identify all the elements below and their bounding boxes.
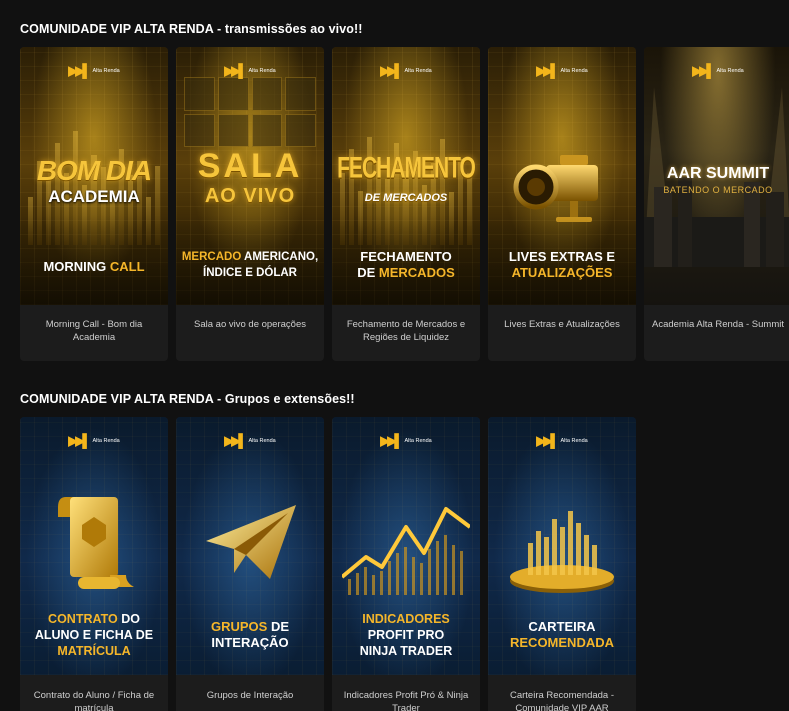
card-carteira[interactable]: ▶▶▌ Alta Renda CARTEIRA RECOMENDADA Cartei…: [488, 417, 636, 711]
card-label: MORNING CALL: [43, 259, 145, 274]
telegram-plane-icon: [206, 505, 296, 579]
card-indicadores[interactable]: ▶▶▌ Alta Renda INDICADORES PROFIT PRO NINJA…: [332, 417, 480, 711]
thumbnail: ▶▶▌ Alta Renda BOM DIA ACADEMIA MORNING C…: [20, 47, 168, 305]
art-title: SALA: [197, 147, 303, 185]
card-lives-extras[interactable]: ▶▶▌ Alta Renda LIVES EXTRAS E ATUALIZAÇÕES…: [488, 47, 636, 361]
card-label: INDICADORES PROFIT PRO NINJA TRADER: [359, 612, 453, 658]
thumbnail: ▶▶▌ Alta Renda INDICADORES PROFIT PRO NINJA…: [332, 417, 480, 675]
card-label: CONTRATO DO ALUNO E FICHA DE MATRÍCULA: [34, 612, 154, 658]
alta-renda-logo: ▶▶▌ Alta Renda: [692, 63, 744, 78]
alta-renda-logo: ▶▶▌ Alta Renda: [68, 433, 120, 448]
thumbnail: ▶▶▌ Alta Renda SALA AO VIVO MERCADO AMERI…: [176, 47, 324, 305]
art-title: BOM DIA: [36, 155, 152, 186]
art-subtitle: BATENDO O MERCADO: [663, 185, 773, 195]
card-caption: Contrato do Aluno / Ficha de matrícula: [33, 690, 155, 711]
card-label: LIVES EXTRAS E ATUALIZAÇÕES: [508, 249, 616, 280]
card-label: GRUPOS DE INTERAÇÃO: [210, 619, 289, 650]
art-subtitle: DE MERCADOS: [364, 192, 448, 204]
art-subtitle: ACADEMIA: [48, 187, 140, 206]
card-grupos[interactable]: ▶▶▌ Alta Renda GRUPOS DE INTERAÇÃO Grupos …: [176, 417, 324, 711]
card-label: MERCADO AMERICANO, ÍNDICE E DÓLAR: [181, 251, 319, 279]
thumbnail: ▶▶▌ Alta Renda GRUPOS DE INTERAÇÃO: [176, 417, 324, 675]
alta-renda-logo: ▶▶▌ Alta Renda: [536, 63, 588, 78]
card-caption: Morning Call - Bom dia Academia: [45, 319, 143, 343]
card-caption: Sala ao vivo de operações: [194, 319, 306, 330]
gold-bars-coin-icon: [510, 511, 614, 593]
groups-cards-row: ▶▶▌ Alta Renda CONTRATO DO ALUNO E FICHA D…: [20, 417, 636, 711]
alta-renda-logo: ▶▶▌ Alta Renda: [68, 63, 120, 78]
card-caption: Lives Extras e Atualizações: [504, 319, 620, 330]
alta-renda-logo: ▶▶▌ Alta Renda: [380, 63, 432, 78]
alta-renda-logo: ▶▶▌ Alta Renda: [224, 433, 276, 448]
thumbnail: ▶▶▌ Alta Renda LIVES EXTRAS E ATUALIZAÇÕES: [488, 47, 636, 305]
monitors-icon: [184, 77, 316, 147]
thumbnail: ▶▶▌ Alta Renda AAR SUMMIT BATENDO O MERCA…: [644, 47, 789, 305]
thumbnail: ▶▶▌ Alta Renda FECHAMENTO DE MERCADOS FEC…: [332, 47, 480, 305]
alta-renda-logo: ▶▶▌ Alta Renda: [380, 433, 432, 448]
contract-scroll-icon: [58, 497, 134, 589]
card-contrato[interactable]: ▶▶▌ Alta Renda CONTRATO DO ALUNO E FICHA D…: [20, 417, 168, 711]
card-summit[interactable]: ▶▶▌ Alta Renda AAR SUMMIT BATENDO O MERCA…: [644, 47, 789, 361]
card-morning-call[interactable]: ▶▶▌ Alta Renda BOM DIA ACADEMIA MORNING C…: [20, 47, 168, 361]
alta-renda-logo: ▶▶▌ Alta Renda: [536, 433, 588, 448]
page: COMUNIDADE VIP ALTA RENDA - transmissões…: [0, 0, 789, 711]
card-caption: Carteira Recomendada - Comunidade VIP AA…: [509, 690, 615, 711]
card-label: CARTEIRA RECOMENDADA: [510, 619, 614, 650]
card-fechamento[interactable]: ▶▶▌ Alta Renda FECHAMENTO DE MERCADOS FEC…: [332, 47, 480, 361]
thumbnail: ▶▶▌ Alta Renda CONTRATO DO ALUNO E FICHA D…: [20, 417, 168, 675]
card-caption: Indicadores Profit Pró & Ninja Trader: [343, 690, 469, 711]
line-chart-icon: [342, 507, 470, 595]
card-caption: Academia Alta Renda - Summit: [652, 319, 785, 330]
art-subtitle: AO VIVO: [204, 185, 296, 207]
card-caption: Grupos de Interação: [206, 690, 294, 701]
thumbnail: ▶▶▌ Alta Renda CARTEIRA RECOMENDADA: [488, 417, 636, 675]
card-label: FECHAMENTO DE MERCADOS: [357, 249, 455, 280]
card-caption: Fechamento de Mercados e Regiões de Liqu…: [346, 319, 466, 343]
section-title-groups: COMUNIDADE VIP ALTA RENDA - Grupos e ext…: [20, 392, 355, 406]
live-cards-row: ▶▶▌ Alta Renda BOM DIA ACADEMIA MORNING C…: [20, 47, 789, 361]
art-title: FECHAMENTO: [337, 152, 476, 185]
card-sala-ao-vivo[interactable]: ▶▶▌ Alta Renda SALA AO VIVO MERCADO AMERI…: [176, 47, 324, 361]
section-title-live: COMUNIDADE VIP ALTA RENDA - transmissões…: [20, 22, 363, 36]
alta-renda-logo: ▶▶▌ Alta Renda: [224, 63, 276, 78]
art-title: AAR SUMMIT: [666, 165, 770, 182]
